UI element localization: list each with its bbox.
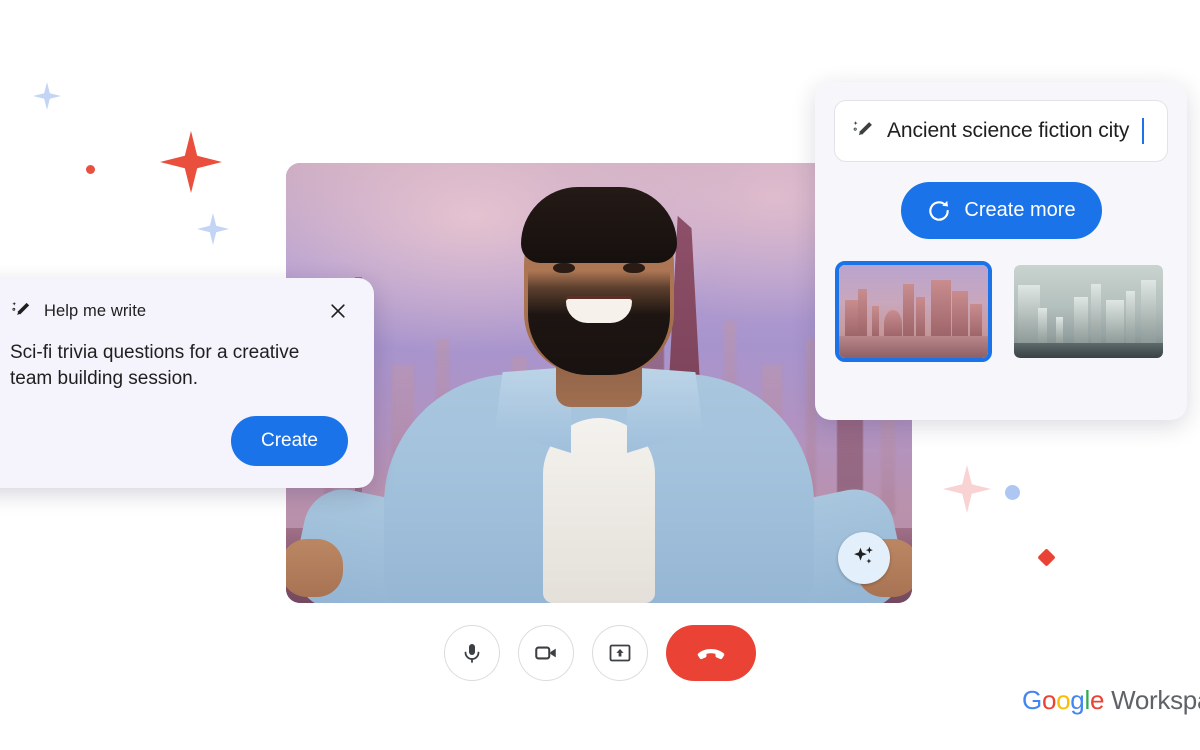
meeting-controls-bar	[0, 625, 1200, 681]
sparkle-red-large	[160, 131, 222, 193]
logo-letter-g2: g	[1070, 685, 1085, 715]
create-more-button[interactable]: Create more	[900, 182, 1102, 239]
sparkle-icon	[854, 546, 873, 564]
thumbnail-1[interactable]	[835, 261, 992, 362]
present-screen-button[interactable]	[592, 625, 648, 681]
close-icon	[331, 304, 345, 318]
diamond-red	[1037, 548, 1056, 567]
close-button[interactable]	[328, 301, 348, 321]
google-workspace-logo: GoogleWorkspace	[1022, 685, 1200, 716]
text-cursor	[1142, 118, 1145, 144]
sparkle-blue-top-left	[33, 82, 61, 110]
help-me-write-title: Help me write	[44, 301, 147, 320]
microphone-button[interactable]	[444, 625, 500, 681]
phone-hangup-icon	[697, 649, 725, 660]
magic-pencil-icon	[853, 121, 872, 136]
image-generation-panel[interactable]: Ancient science fiction city Create more	[815, 82, 1187, 420]
help-me-write-prompt-text: Sci-fi trivia questions for a creative t…	[10, 342, 300, 389]
image-prompt-input[interactable]: Ancient science fiction city	[834, 100, 1168, 162]
create-button[interactable]: Create	[230, 416, 348, 466]
end-call-button[interactable]	[666, 625, 756, 681]
magic-pencil-icon	[12, 301, 30, 315]
generated-results	[834, 261, 1168, 362]
dot-blue-small	[1005, 485, 1020, 500]
camera-button[interactable]	[518, 625, 574, 681]
logo-letter-o2: o	[1056, 685, 1071, 715]
create-more-label: Create more	[964, 199, 1076, 221]
help-me-write-panel[interactable]: Help me write Sci-fi trivia questions fo…	[0, 278, 374, 488]
logo-letter-e: e	[1089, 685, 1105, 715]
logo-letter-g: G	[1022, 685, 1042, 715]
logo-letter-o1: o	[1041, 685, 1057, 715]
image-prompt-value: Ancient science fiction city	[887, 119, 1130, 142]
sparkle-pink-right	[943, 465, 991, 513]
thumbnail-2[interactable]	[1010, 261, 1167, 362]
help-me-write-header: Help me write	[10, 300, 348, 322]
screenshot-canvas: Help me write Sci-fi trivia questions fo…	[0, 0, 1200, 750]
present-screen-icon	[609, 644, 631, 662]
dot-red-small	[86, 165, 95, 174]
refresh-icon	[929, 200, 950, 221]
sparkle-blue-small	[197, 213, 229, 245]
video-camera-icon	[535, 646, 556, 660]
microphone-icon	[464, 644, 480, 663]
ai-effects-button[interactable]	[838, 532, 890, 584]
logo-workspace-word: Workspace	[1111, 685, 1200, 715]
